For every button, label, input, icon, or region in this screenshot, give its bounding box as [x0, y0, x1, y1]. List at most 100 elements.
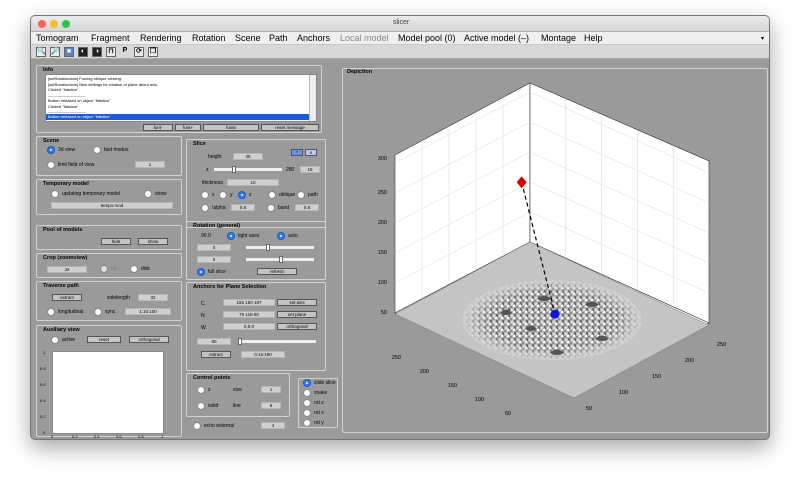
updating-temp-radio[interactable] — [51, 190, 59, 198]
pool-hide-button[interactable]: hide — [101, 238, 131, 245]
menu-scene[interactable]: Scene — [235, 33, 261, 43]
z-slider-knob[interactable] — [232, 166, 236, 173]
save-icon[interactable]: ■ — [64, 47, 74, 57]
menu-active-model[interactable]: Active model (–) — [464, 33, 529, 43]
menu-local-model[interactable]: Local model — [340, 33, 389, 43]
fast-modus-radio[interactable] — [93, 146, 101, 154]
crop-size-field[interactable]: 32 — [47, 266, 87, 273]
menu-path[interactable]: Path — [269, 33, 288, 43]
crop-on-radio[interactable] — [100, 265, 108, 273]
control-line-field[interactable]: 6 — [261, 402, 281, 409]
sync-radio[interactable] — [94, 308, 102, 316]
band-radio[interactable] — [267, 204, 275, 212]
menu-montage[interactable]: Montage — [541, 33, 576, 43]
slice-down-button[interactable]: v — [305, 149, 317, 156]
full-slice-radio[interactable] — [197, 268, 205, 276]
rotation-slider-knob[interactable] — [266, 244, 270, 251]
axis-z-radio[interactable] — [238, 191, 246, 199]
rotation-field-3[interactable]: 0 — [197, 256, 231, 263]
set-plane-button[interactable]: set plane — [277, 311, 317, 318]
control-size-field[interactable]: 1 — [261, 386, 281, 393]
mode-snake-radio[interactable] — [303, 389, 311, 397]
menu-help[interactable]: Help — [584, 33, 603, 43]
menu-tomogram[interactable]: Tomogram — [36, 33, 79, 43]
menu-anchors[interactable]: Anchors — [297, 33, 330, 43]
info-scrollbar[interactable] — [309, 75, 316, 121]
alpha-radio[interactable] — [201, 204, 209, 212]
echo-external-radio[interactable] — [193, 422, 201, 430]
sidelength-field[interactable]: 32 — [138, 294, 168, 301]
anchor-c-field[interactable]: 155 150 187 — [223, 299, 275, 306]
set-axis-button[interactable]: set axis — [277, 299, 317, 306]
rotation-slider-3[interactable] — [245, 256, 315, 263]
font-increase-button[interactable]: font+ — [175, 124, 201, 131]
height-field[interactable]: 45 — [233, 153, 263, 160]
anchor-extract-button[interactable]: extract — [201, 351, 231, 358]
aux-orthogonal-button[interactable]: orthogonal — [129, 336, 169, 343]
axis-path-radio[interactable] — [297, 191, 305, 199]
axis-oblique-radio[interactable] — [268, 191, 276, 199]
log-line-selected[interactable]: Button released on object "flatslice" — [46, 114, 310, 120]
axis-y-radio[interactable] — [219, 191, 227, 199]
menu-model-pool[interactable]: Model pool (0) — [398, 33, 456, 43]
reset-message-button[interactable]: reset message — [261, 124, 319, 131]
anchor-w-field[interactable]: 0,0,0 — [223, 323, 275, 330]
axis-x-radio[interactable] — [201, 191, 209, 199]
mode-slide-slice-radio[interactable] — [303, 379, 311, 387]
waveform-icon[interactable]: ⊓ — [106, 47, 116, 57]
menu-rendering[interactable]: Rendering — [140, 33, 182, 43]
alpha-field[interactable]: 0.8 — [231, 204, 255, 211]
z-step-field[interactable]: 15 — [300, 166, 320, 173]
crop-disk-radio[interactable] — [130, 265, 138, 273]
z-slider[interactable] — [213, 166, 283, 173]
rotation-slider-2[interactable] — [245, 244, 315, 251]
view3d-radio[interactable] — [47, 146, 55, 154]
menu-fragment[interactable]: Fragment — [91, 33, 130, 43]
anchor-angle-slider[interactable] — [237, 338, 317, 345]
aux-plot-area[interactable] — [52, 351, 164, 434]
thickness-field[interactable]: 10 — [227, 179, 279, 186]
mode-rot-y-radio[interactable] — [303, 419, 311, 427]
rotate-icon[interactable]: ⟳ — [134, 47, 144, 57]
zoom-out-icon[interactable]: 🔎 — [50, 47, 60, 57]
menu-overflow-icon[interactable]: ▾ — [761, 35, 764, 42]
echo-external-field[interactable]: 4 — [261, 422, 285, 429]
temp-model-field[interactable]: tempo.mod — [51, 202, 173, 209]
depiction-3d-view[interactable]: 300 250 200 150 100 50 250 200 150 100 5… — [345, 77, 765, 432]
rotation-auto-radio[interactable] — [277, 232, 285, 240]
control-solid-radio[interactable] — [197, 402, 205, 410]
info-log[interactable]: [setRotationAxis] Forcing oblique viewin… — [45, 74, 317, 122]
limit-view-radio[interactable] — [47, 161, 55, 169]
band-field[interactable]: 0.8 — [295, 204, 319, 211]
traverse-extract-button[interactable]: extract — [52, 294, 82, 301]
show-temp-radio[interactable] — [144, 190, 152, 198]
rotation-refresh-button[interactable]: refresh — [257, 268, 297, 275]
control-z-radio[interactable] — [197, 386, 205, 394]
traverse-range-field[interactable]: 1:10:100 — [125, 308, 171, 315]
anchor-range-field[interactable]: 0:15:180 — [241, 351, 285, 358]
rotation-field-2[interactable]: 0 — [197, 244, 231, 251]
mode-rot-x-radio[interactable] — [303, 409, 311, 417]
font-decrease-button[interactable]: font- — [143, 124, 173, 131]
zoom-in-icon[interactable]: 🔍 — [36, 47, 46, 57]
contrast-invert-icon[interactable]: ◑ — [92, 47, 102, 57]
anchor-c-marker[interactable] — [550, 309, 560, 319]
anchor-n-field[interactable]: 75 118 50 — [223, 311, 275, 318]
contrast-icon[interactable]: ◐ — [78, 47, 88, 57]
p-icon[interactable]: P — [120, 47, 130, 57]
rotation-slider-knob[interactable] — [279, 256, 283, 263]
slice-up-button[interactable]: ^ — [291, 149, 303, 156]
aux-reset-button[interactable]: reset — [87, 336, 121, 343]
limit-view-field[interactable]: 1 — [135, 161, 165, 168]
pool-show-button[interactable]: show — [138, 238, 168, 245]
anchor-orthogonal-button[interactable]: orthogonal — [277, 323, 317, 330]
tight-axes-radio[interactable] — [227, 232, 235, 240]
anchor-angle-slider-knob[interactable] — [238, 338, 242, 345]
copy-icon[interactable]: ❐ — [148, 47, 158, 57]
mode-rot-z-radio[interactable] — [303, 399, 311, 407]
anchor-angle-field[interactable]: 90 — [197, 338, 231, 345]
menu-rotation[interactable]: Rotation — [192, 33, 226, 43]
aux-active-radio[interactable] — [51, 336, 59, 344]
fonts-button[interactable]: fonts — [203, 124, 259, 131]
longitudinal-radio[interactable] — [47, 308, 55, 316]
